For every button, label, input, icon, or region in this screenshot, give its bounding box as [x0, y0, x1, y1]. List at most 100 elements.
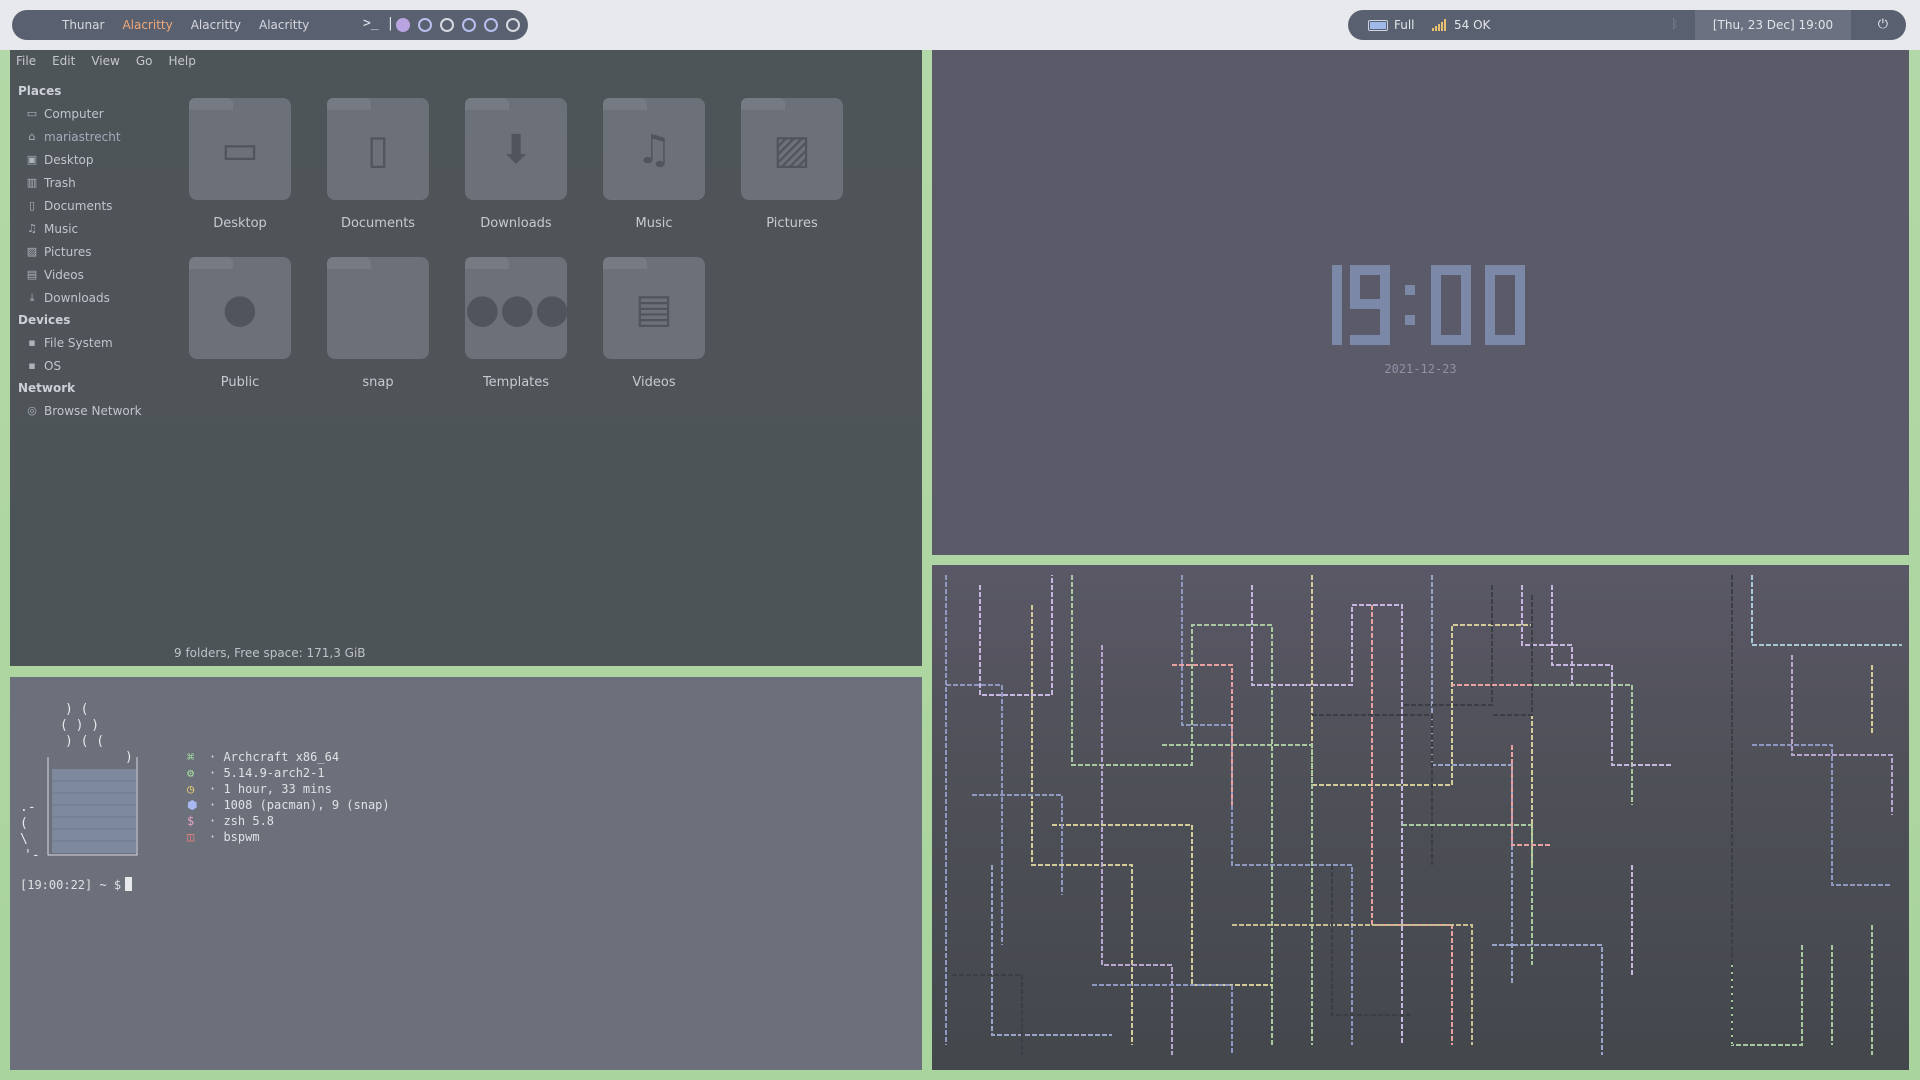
sidebar-item-music[interactable]: ♫ Music [10, 217, 160, 240]
terminal-window[interactable]: ) ( ( ) ) ) ( ( ) .- ( \ '- ⌘ · Archcraft… [10, 677, 922, 1070]
taskbar-window-thunar[interactable]: Thunar [62, 18, 104, 32]
shell-icon: $ [187, 814, 195, 828]
drive-icon: ▪ [28, 335, 36, 349]
sidebar: Places ▭ Computer ⌂ mariastrecht ▣ Desktop … [10, 80, 160, 422]
sidebar-header-network: Network [18, 381, 76, 395]
system-info: ⌘ · Archcraft x86_64 ⚙ · 5.14.9-arch2-1 ◷ ·… [187, 749, 390, 845]
info-text: · Archcraft x86_64 [209, 750, 340, 764]
document-icon: ▯ [28, 198, 36, 212]
text-cursor [125, 877, 133, 891]
sidebar-item-home[interactable]: ⌂ mariastrecht [10, 125, 160, 148]
workspace-2-dot[interactable] [418, 18, 432, 32]
prompt-text: [19:00:22] ~ $ [20, 878, 122, 892]
sidebar-item-desktop[interactable]: ▣ Desktop [10, 148, 160, 171]
terminal-launcher-icon[interactable]: >_ | [363, 16, 394, 31]
sidebar-item-pictures[interactable]: ▨ Pictures [10, 240, 160, 263]
menu-help[interactable]: Help [168, 54, 195, 68]
signal-icon [1432, 19, 1446, 31]
folder-public[interactable]: ● Public [180, 257, 300, 390]
picture-icon: ▨ [26, 244, 38, 258]
sidebar-item-computer[interactable]: ▭ Computer [10, 102, 160, 125]
info-text: · zsh 5.8 [209, 814, 275, 828]
picture-icon: ▨ [741, 98, 843, 200]
network-status[interactable]: 54 OK [1432, 10, 1490, 40]
menu-edit[interactable]: Edit [52, 54, 75, 68]
desktop-icon: ▭ [189, 98, 291, 200]
taskbar-window-alacritty-active[interactable]: Alacritty [122, 18, 172, 32]
menu-view[interactable]: View [91, 54, 119, 68]
pipes-terminal-window [932, 565, 1909, 1070]
workspace-4-dot[interactable] [462, 18, 476, 32]
sidebar-item-label: File System [44, 335, 113, 350]
taskbar-window-alacritty[interactable]: Alacritty [191, 18, 241, 32]
clock-date: 2021-12-23 [1384, 362, 1457, 376]
workspace-6-dot[interactable] [506, 18, 520, 32]
info-text: · 5.14.9-arch2-1 [209, 766, 325, 780]
sidebar-item-label: Computer [44, 106, 104, 121]
svg-text:.-: .- [20, 800, 36, 815]
info-uptime: ◷ · 1 hour, 33 mins [187, 781, 390, 797]
pipes-animation [945, 575, 1902, 1055]
folder-pictures[interactable]: ▨ Pictures [732, 98, 852, 231]
sidebar-item-label: Pictures [44, 244, 92, 259]
menu-go[interactable]: Go [136, 54, 153, 68]
workspace-1-dot[interactable] [396, 18, 410, 32]
folder-music[interactable]: ♫ Music [594, 98, 714, 231]
workspace-indicators [396, 18, 520, 32]
sidebar-item-label: Downloads [44, 290, 110, 305]
sidebar-item-trash[interactable]: ▥ Trash [10, 171, 160, 194]
trash-icon: ▥ [26, 175, 38, 189]
top-bar-left: Thunar Alacritty Alacritty Alacritty >_ … [12, 10, 528, 40]
info-text: · bspwm [209, 830, 260, 844]
music-icon: ♫ [27, 221, 37, 235]
battery-status[interactable]: Full [1368, 10, 1415, 40]
video-icon: ▤ [603, 257, 705, 359]
drive-icon: ▪ [28, 358, 36, 372]
sidebar-item-label: Browse Network [44, 403, 142, 418]
desktop-icon: ▣ [26, 152, 38, 166]
battery-icon [1368, 19, 1388, 31]
sidebar-item-downloads[interactable]: ⤓ Downloads [10, 286, 160, 309]
home-icon: ⌂ [28, 129, 36, 143]
workspace-3-dot[interactable] [440, 18, 454, 32]
battery-label: Full [1394, 18, 1415, 32]
clock-icon: ◷ [187, 782, 195, 796]
sidebar-item-label: OS [44, 358, 62, 373]
top-bar-right: Full 54 OK ᛒ [Thu, 23 Dec] 19:00 ⏻ [1348, 10, 1906, 40]
power-icon[interactable]: ⏻ [1878, 17, 1888, 32]
sidebar-item-label: Videos [44, 267, 84, 282]
folder-videos[interactable]: ▤ Videos [594, 257, 714, 390]
folder-label: Pictures [766, 216, 818, 231]
sidebar-item-label: Trash [44, 175, 76, 190]
sidebar-item-os[interactable]: ▪ OS [10, 354, 160, 377]
folder-label: snap [362, 375, 394, 390]
shell-prompt[interactable]: [19:00:22] ~ $ [20, 877, 133, 892]
folder-label: Videos [632, 375, 676, 390]
bluetooth-icon[interactable]: ᛒ [1671, 17, 1678, 31]
info-shell: $ · zsh 5.8 [187, 813, 390, 829]
sidebar-item-videos[interactable]: ▤ Videos [10, 263, 160, 286]
video-icon: ▤ [26, 267, 38, 281]
folder-label: Public [220, 375, 260, 390]
menu-file[interactable]: File [16, 54, 36, 68]
folder-label: Templates [482, 375, 550, 390]
sidebar-item-documents[interactable]: ▯ Documents [10, 194, 160, 217]
taskbar-window-alacritty[interactable]: Alacritty [259, 18, 309, 32]
music-icon: ♫ [603, 98, 705, 200]
folder-snap[interactable]: snap [318, 257, 438, 390]
workspace-5-dot[interactable] [484, 18, 498, 32]
folder-desktop[interactable]: ▭ Desktop [180, 98, 300, 231]
sidebar-item-browse-network[interactable]: ◎ Browse Network [10, 399, 160, 422]
sidebar-item-file-system[interactable]: ▪ File System [10, 331, 160, 354]
download-icon: ⬇ [465, 98, 567, 200]
person-icon: ● [189, 257, 291, 359]
folder-templates[interactable]: ●●● Templates [456, 257, 576, 390]
folder-downloads[interactable]: ⬇ Downloads [456, 98, 576, 231]
svg-text:) ( (: ) ( ( [65, 734, 104, 749]
datetime[interactable]: [Thu, 23 Dec] 19:00 [1695, 10, 1851, 40]
folder-label: Desktop [213, 216, 267, 231]
sidebar-item-label: Documents [44, 198, 113, 213]
svg-text:\: \ [20, 832, 28, 847]
folder-label: Documents [340, 216, 416, 231]
folder-documents[interactable]: ▯ Documents [318, 98, 438, 231]
